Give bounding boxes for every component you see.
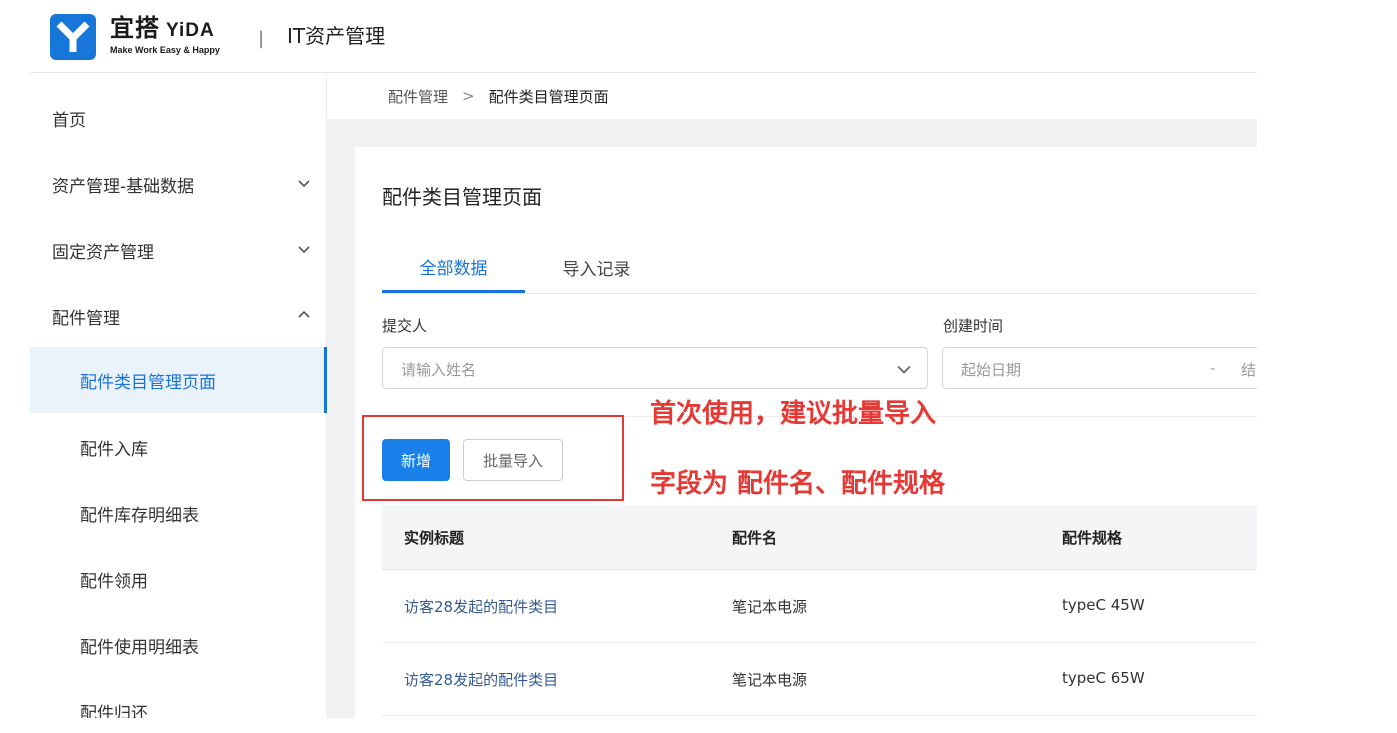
sidebar-item-home[interactable]: 首页 [30,85,326,151]
sidebar-item-label: 配件归还 [80,703,148,719]
annotation-text-line-2: 字段为 配件名、配件规格 [650,469,946,499]
breadcrumb-item-parts-management[interactable]: 配件管理 [388,86,448,107]
sidebar-item-label: 配件库存明细表 [80,505,199,526]
chevron-down-icon [897,365,911,374]
created-time-filter-label: 创建时间 [943,317,1004,335]
breadcrumb-item-current: 配件类目管理页面 [488,87,609,106]
instance-title-link[interactable]: 访客28发起的配件类目 [404,596,558,617]
submitter-select[interactable]: 请输入姓名 [382,347,928,389]
top-header: 宜搭 YiDA Make Work Easy & Happy | IT资产管理 [30,0,1257,73]
table-header: 实例标题 配件名 配件规格 [382,505,1257,570]
column-header-part-name[interactable]: 配件名 [732,527,777,548]
created-time-range-picker[interactable]: 起始日期 - 结 [942,347,1257,389]
chevron-down-icon [298,246,310,254]
brand-block: 宜搭 YiDA Make Work Easy & Happy [110,14,220,55]
brand-slogan: Make Work Easy & Happy [110,45,220,55]
sidebar-item-label: 配件管理 [52,308,120,329]
column-header-part-spec[interactable]: 配件规格 [1062,527,1122,548]
sidebar-item-label: 配件使用明细表 [80,637,199,658]
page-title: 配件类目管理页面 [382,185,542,209]
table-row[interactable]: 访客28发起的配件类目 笔记本电源 typeC 45W [382,570,1257,643]
submitter-placeholder: 请输入姓名 [401,361,477,379]
part-name-cell: 笔记本电源 [732,671,808,689]
sidebar-item-label: 资产管理-基础数据 [52,176,195,197]
sidebar-item-parts-management[interactable]: 配件管理 [30,283,326,349]
date-range-separator: - [1210,359,1216,377]
sidebar-item-asset-basic-data[interactable]: 资产管理-基础数据 [30,151,326,217]
end-date-placeholder: 结 [1241,361,1257,379]
sidebar-nav: 首页 资产管理-基础数据 固定资产管理 配件管理 配件类目管理页面 配件入库 配… [30,73,327,718]
part-spec-cell: typeC 65W [1062,669,1145,687]
sidebar-item-parts-usage-detail[interactable]: 配件使用明细表 [30,612,326,678]
chevron-down-icon [298,180,310,188]
brand-name-cn: 宜搭 [110,14,160,42]
tab-import-records[interactable]: 导入记录 [525,243,668,291]
app-title[interactable]: IT资产管理 [287,22,385,50]
main-content: 配件管理 > 配件类目管理页面 配件类目管理页面 全部数据 导入记录 提交人 创… [327,73,1257,718]
sidebar-item-parts-requisition[interactable]: 配件领用 [30,546,326,612]
sidebar-item-label: 配件入库 [80,439,148,460]
sidebar-item-label: 首页 [52,110,86,131]
breadcrumb: 配件管理 > 配件类目管理页面 [327,73,1257,119]
sidebar-item-label: 配件领用 [80,571,148,592]
tab-all-data[interactable]: 全部数据 [382,243,525,293]
instance-title-link[interactable]: 访客28发起的配件类目 [404,669,558,690]
tab-bar: 全部数据 导入记录 [382,243,1257,294]
sidebar-item-label: 配件类目管理页面 [80,372,216,393]
start-date-placeholder: 起始日期 [961,361,1022,379]
yida-logo-icon [50,14,96,60]
breadcrumb-separator-icon: > [462,87,475,105]
sidebar-item-label: 固定资产管理 [52,242,154,263]
table-row[interactable]: 访客28发起的配件类目 笔记本电源 typeC 65W [382,643,1257,716]
annotation-text-line-1: 首次使用，建议批量导入 [650,399,937,429]
sidebar-item-parts-inbound[interactable]: 配件入库 [30,414,326,480]
app-window: 宜搭 YiDA Make Work Easy & Happy | IT资产管理 首… [30,0,1257,718]
annotation-highlight-box [362,415,624,501]
sidebar-item-parts-inventory[interactable]: 配件库存明细表 [30,480,326,546]
header-separator: | [258,28,265,49]
sidebar-item-parts-return[interactable]: 配件归还 [30,678,326,719]
submitter-filter-label: 提交人 [382,317,428,335]
column-header-instance-title[interactable]: 实例标题 [404,527,464,548]
part-spec-cell: typeC 45W [1062,596,1145,614]
chevron-up-icon [298,310,310,318]
sidebar-item-fixed-assets[interactable]: 固定资产管理 [30,217,326,283]
part-name-cell: 笔记本电源 [732,598,808,616]
sidebar-item-parts-category[interactable]: 配件类目管理页面 [30,347,327,413]
brand-name-latin: YiDA [166,20,215,41]
